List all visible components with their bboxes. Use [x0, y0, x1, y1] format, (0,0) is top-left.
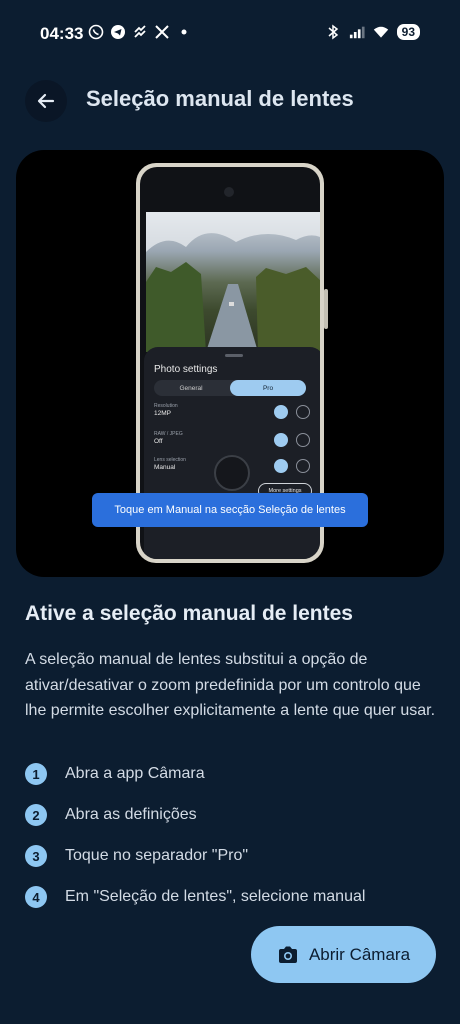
camera-viewfinder-photo: [146, 212, 320, 352]
battery-indicator: 93: [396, 24, 420, 40]
step-item: 2 Abra as definições: [25, 804, 445, 828]
step-number-icon: 2: [25, 804, 47, 826]
open-camera-label: Abrir Câmara: [308, 944, 411, 964]
step-label: Toque no separador "Pro": [65, 847, 249, 864]
bluetooth-icon: [325, 24, 341, 40]
lens-auto-icon: [274, 459, 288, 473]
open-camera-button[interactable]: Abrir Câmara: [251, 926, 436, 983]
page-title: Seleção manual de lentes: [86, 86, 354, 111]
step-label: Abra a app Câmara: [65, 765, 205, 782]
step-item: 1 Abra a app Câmara: [25, 763, 445, 787]
resolution-option-icon: [274, 405, 288, 419]
lens-selection-value: Manual: [154, 464, 176, 471]
front-camera: [224, 187, 234, 197]
step-label: Abra as definições: [65, 806, 197, 823]
step-label: Em "Seleção de lentes", selecione manual: [65, 888, 366, 905]
tab-general: General: [179, 384, 203, 392]
resolution-value: 12MP: [154, 410, 171, 417]
tab-pro: Pro: [230, 380, 306, 396]
instruction-toast: Toque em Manual na secção Seleção de len…: [92, 493, 368, 527]
status-bar: 04:33 93: [0, 0, 460, 64]
step-item: 4 Em "Seleção de lentes", selecione manu…: [25, 886, 445, 910]
step-number-icon: 3: [25, 845, 47, 867]
raw-off-icon: [274, 433, 288, 447]
back-button[interactable]: [25, 80, 67, 122]
resolution-option-icon: [296, 405, 310, 419]
app-icon: [132, 24, 148, 40]
raw-label: RAW / JPEG: [154, 431, 183, 437]
wifi-icon: [373, 24, 389, 40]
step-number-icon: 1: [25, 763, 47, 785]
x-icon: [154, 24, 170, 40]
section-description: A seleção manual de lentes substitui a o…: [25, 651, 436, 719]
section-heading: Ative a seleção manual de lentes: [25, 602, 353, 625]
telegram-icon: [110, 24, 126, 40]
sheet-title: Photo settings: [154, 364, 218, 375]
photo-settings-sheet: Photo settings General Pro Resolution 12…: [144, 347, 320, 559]
status-time: 04:33: [40, 24, 84, 43]
resolution-label: Resolution: [154, 403, 178, 409]
phone-side-button: [324, 289, 328, 329]
step-item: 3 Toque no separador "Pro": [25, 845, 445, 869]
raw-on-icon: [296, 433, 310, 447]
settings-tab-switch: General Pro: [154, 380, 306, 396]
lens-selection-label: Lens selection: [154, 457, 186, 463]
notification-icons: [88, 24, 192, 40]
sheet-handle: [225, 354, 243, 357]
arrow-left-icon: [37, 93, 55, 109]
lens-manual-icon: [296, 459, 310, 473]
dot-icon: [176, 24, 192, 40]
step-number-icon: 4: [25, 886, 47, 908]
tutorial-illustration: Photo settings General Pro Resolution 12…: [16, 150, 444, 577]
whatsapp-icon: [88, 24, 104, 40]
camera-icon: [278, 946, 297, 963]
raw-value: Off: [154, 438, 163, 445]
system-icons: 93: [325, 24, 420, 40]
signal-icon: [349, 24, 365, 40]
shutter-button: [214, 455, 250, 491]
